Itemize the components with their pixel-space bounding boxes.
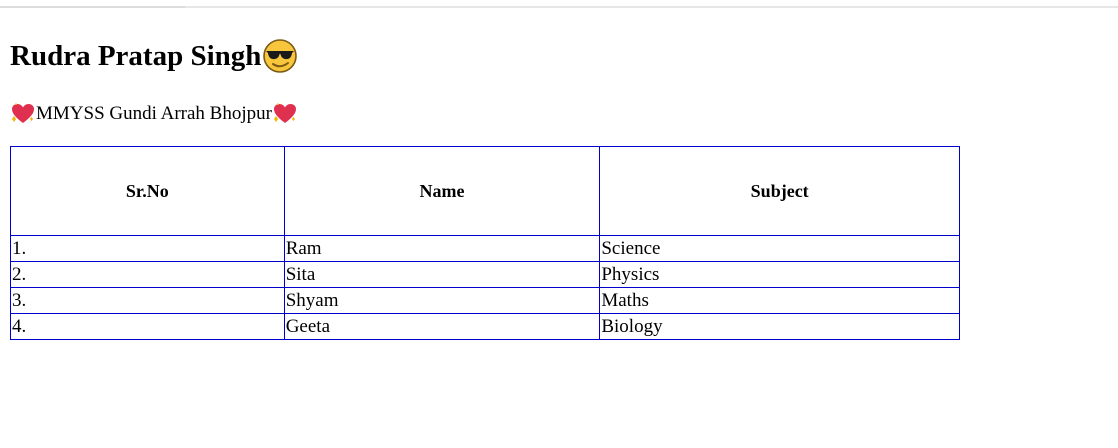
browser-top-edge xyxy=(0,0,1118,8)
cell-srno: 3. xyxy=(10,287,285,314)
sparkling-heart-icon xyxy=(12,102,34,123)
table-header-row: Sr.No Name Subject xyxy=(10,146,960,236)
cell-srno: 1. xyxy=(10,235,285,262)
table-row: 3. Shyam Maths xyxy=(10,287,960,314)
cell-subject: Physics xyxy=(599,261,960,288)
column-header-srno: Sr.No xyxy=(10,146,285,236)
cell-name: Shyam xyxy=(283,287,601,314)
tab-edge-line xyxy=(0,0,185,8)
cell-srno: 4. xyxy=(10,313,285,340)
cell-srno: 2. xyxy=(10,261,285,288)
cell-subject: Maths xyxy=(599,287,960,314)
table-row: 2. Sita Physics xyxy=(10,261,960,288)
sunglasses-face-icon xyxy=(263,39,298,73)
cell-subject: Science xyxy=(599,235,960,262)
student-table: Sr.No Name Subject 1. Ram Science 2. Sit… xyxy=(10,146,960,340)
cell-name: Sita xyxy=(283,261,601,288)
cell-subject: Biology xyxy=(599,313,960,340)
cell-name: Geeta xyxy=(283,313,601,340)
table-row: 1. Ram Science xyxy=(10,235,960,262)
subtitle-text: MMYSS Gundi Arrah Bhojpur xyxy=(36,103,272,124)
page-title: Rudra Pratap Singh xyxy=(10,38,299,74)
column-header-name: Name xyxy=(283,146,601,236)
column-header-subject: Subject xyxy=(599,146,960,236)
page-title-text: Rudra Pratap Singh xyxy=(10,40,262,72)
cell-name: Ram xyxy=(283,235,601,262)
subtitle: MMYSS Gundi Arrah Bhojpur xyxy=(10,102,298,126)
table-row: 4. Geeta Biology xyxy=(10,313,960,340)
sparkling-heart-icon xyxy=(273,102,296,123)
